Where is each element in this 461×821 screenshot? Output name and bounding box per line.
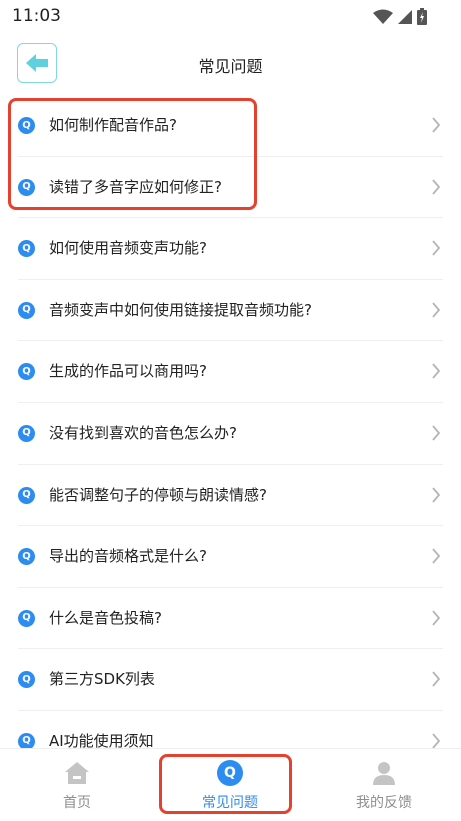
chevron-right-icon <box>432 486 441 503</box>
tab-faq-label: 常见问题 <box>202 795 258 811</box>
faq-question-text: 读错了多音字应如何修正? <box>49 177 222 196</box>
faq-q-icon: Q <box>18 671 35 689</box>
faq-item[interactable]: Q 能否调整句子的停顿与朗读情感? <box>0 465 461 527</box>
tab-feedback-label: 我的反馈 <box>356 795 412 811</box>
faq-q-icon: Q <box>18 424 35 442</box>
faq-question-text: 导出的音频格式是什么? <box>49 547 207 566</box>
chevron-right-icon <box>432 548 441 564</box>
faq-question-text: 音频变声中如何使用链接提取音频功能? <box>49 300 312 319</box>
faq-q-icon: Q <box>18 609 35 627</box>
chevron-right-icon <box>432 363 441 379</box>
chevron-right-icon <box>432 302 441 318</box>
battery-icon <box>417 8 427 25</box>
faq-question-text: 如何制作配音作品? <box>49 116 177 134</box>
faq-question-text: 如何使用音频变声功能? <box>49 239 207 258</box>
tab-home[interactable]: 首页 <box>0 749 154 821</box>
faq-question-text: 什么是音色投稿? <box>49 608 162 627</box>
faq-item[interactable]: Q 导出的音频格式是什么? <box>0 526 461 588</box>
chevron-right-icon <box>432 425 441 441</box>
home-icon <box>63 759 91 787</box>
faq-q-icon: Q <box>18 240 35 258</box>
chevron-right-icon <box>432 240 441 256</box>
faq-badge: Q <box>217 760 243 786</box>
chevron-right-icon <box>432 671 441 687</box>
faq-item[interactable]: Q 没有找到喜欢的音色怎么办? <box>0 403 461 465</box>
faq-item[interactable]: Q 如何制作配音作品? <box>0 95 461 157</box>
chevron-right-icon <box>432 179 441 195</box>
faq-q-icon: Q <box>18 486 35 504</box>
faq-item[interactable]: Q 生成的作品可以商用吗? <box>0 341 461 403</box>
tab-bar: 首页 Q 常见问题 我的反馈 <box>0 748 461 821</box>
faq-item[interactable]: Q 如何使用音频变声功能? <box>0 218 461 280</box>
wifi-icon <box>373 9 393 24</box>
faq-item[interactable]: Q 读错了多音字应如何修正? <box>0 157 461 219</box>
faq-icon: Q <box>216 759 244 787</box>
page-title: 常见问题 <box>198 57 263 76</box>
chevron-right-icon <box>432 733 441 749</box>
faq-q-icon: Q <box>18 117 35 134</box>
faq-item[interactable]: Q 第三方SDK列表 <box>0 649 461 711</box>
faq-q-icon: Q <box>18 548 35 566</box>
status-bar: 11:03 <box>0 0 461 32</box>
faq-question-text: 第三方SDK列表 <box>49 670 155 689</box>
faq-list: Q 如何制作配音作品? Q 读错了多音字应如何修正? Q 如何使用音频变声功能? Q 音频变声… <box>0 95 461 773</box>
tab-home-label: 首页 <box>63 795 91 811</box>
cellular-signal-icon <box>398 9 412 24</box>
faq-q-icon: Q <box>18 363 35 381</box>
faq-item[interactable]: Q 音频变声中如何使用链接提取音频功能? <box>0 280 461 342</box>
faq-question-text: 能否调整句子的停顿与朗读情感? <box>49 485 267 504</box>
faq-question-text: 生成的作品可以商用吗? <box>49 362 207 381</box>
chevron-right-icon <box>432 610 441 626</box>
user-icon <box>370 759 398 787</box>
header: 常见问题 <box>0 34 461 92</box>
faq-q-icon: Q <box>18 301 35 319</box>
status-time: 11:03 <box>12 6 61 26</box>
chevron-right-icon <box>432 117 441 133</box>
faq-item[interactable]: Q 什么是音色投稿? <box>0 588 461 650</box>
status-icons <box>373 8 427 25</box>
tab-feedback[interactable]: 我的反馈 <box>307 749 461 821</box>
faq-q-icon: Q <box>18 178 35 196</box>
faq-question-text: 没有找到喜欢的音色怎么办? <box>49 423 237 442</box>
tab-faq[interactable]: Q 常见问题 <box>153 749 307 821</box>
